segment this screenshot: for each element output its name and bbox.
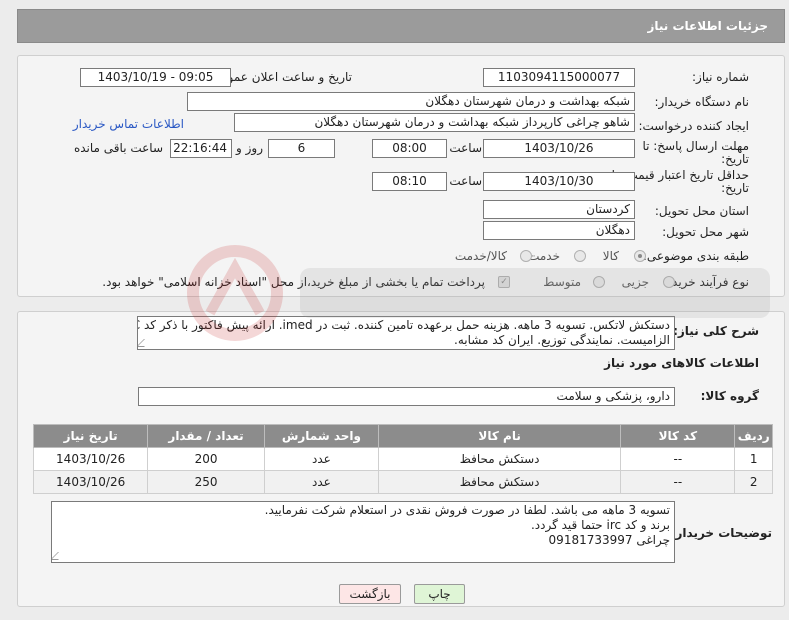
response-deadline-time: 08:00 [372, 139, 447, 158]
price-validity-time: 08:10 [372, 172, 447, 191]
buyer-org-label: نام دستگاه خریدار: [654, 95, 750, 109]
time-remaining-field: 22:16:44 [170, 139, 232, 158]
cell-row: 2 [734, 470, 773, 494]
cell-unit: عدد [263, 447, 380, 471]
table-row: 1 -- دستکش محافظ عدد 200 1403/10/26 [32, 447, 773, 471]
price-validity-time-label: ساعت [449, 174, 482, 188]
goods-section-title: اطلاعات کالاهای مورد نیاز [604, 356, 759, 370]
treasury-bonds-note: پرداخت تمام یا بخشی از مبلغ خرید،از محل … [102, 275, 485, 289]
response-deadline-label-2: تاریخ: [721, 152, 749, 166]
city-label: شهر محل تحویل: [662, 225, 749, 239]
col-code: کد کالا [620, 424, 736, 448]
days-remaining-field: 6 [268, 139, 335, 158]
cell-name: دستکش محافظ [378, 470, 622, 494]
cell-qty: 200 [147, 447, 265, 471]
page-title: جزئیات اطلاعات نیاز [647, 19, 768, 33]
col-qty: تعداد / مقدار [147, 424, 265, 448]
cell-row: 1 [734, 447, 773, 471]
resize-grip-icon[interactable] [52, 552, 66, 560]
process-option-medium: متوسط [543, 275, 581, 289]
process-radio-minor[interactable] [663, 276, 675, 288]
print-button[interactable]: چاپ [414, 584, 465, 604]
cell-unit: عدد [263, 470, 380, 494]
price-validity-label-2: تاریخ: [721, 181, 749, 195]
buyer-notes-textarea: تسویه 3 ماهه می باشد. لطفا در صورت فروش … [51, 501, 675, 563]
cell-code: -- [620, 470, 736, 494]
buyer-contact-link[interactable]: اطلاعات تماس خریدار [73, 117, 184, 131]
category-radio-goods-service[interactable] [520, 250, 532, 262]
back-button[interactable]: بازگشت [339, 584, 401, 604]
city-field: دهگلان [483, 221, 635, 240]
requester-label: ایجاد کننده درخواست: [638, 119, 749, 133]
need-number-field: 1103094115000077 [483, 68, 635, 87]
category-option-goods-service: کالا/خدمت [454, 249, 507, 263]
time-remaining-label: ساعت باقی مانده [73, 141, 163, 155]
col-row: ردیف [734, 424, 773, 448]
price-validity-date: 1403/10/30 [483, 172, 635, 191]
purchase-process-label: نوع فرآیند خرید : [664, 275, 749, 289]
category-option-goods: کالا [602, 249, 619, 263]
col-name: نام کالا [378, 424, 622, 448]
category-radio-service[interactable] [574, 250, 586, 262]
buyer-notes-label: توضیحات خریدار: [670, 526, 772, 540]
category-radio-goods[interactable] [634, 250, 646, 262]
cell-date: 1403/10/26 [32, 470, 149, 494]
days-label: روز و [236, 141, 263, 155]
col-unit: واحد شمارش [263, 424, 380, 448]
response-time-label: ساعت [449, 141, 482, 155]
buyer-org-field: شبکه بهداشت و درمان شهرستان دهگلان [187, 92, 635, 111]
page-header: جزئیات اطلاعات نیاز [17, 9, 785, 43]
province-label: استان محل تحویل: [654, 204, 749, 218]
process-option-minor: جزیی [621, 275, 649, 289]
response-deadline-label-1: مهلت ارسال پاسخ: تا [642, 139, 749, 153]
province-field: کردستان [483, 200, 635, 219]
cell-code: -- [620, 447, 736, 471]
goods-group-label: گروه کالا: [700, 389, 759, 403]
treasury-bonds-checkbox[interactable]: ✓ [498, 276, 510, 288]
goods-table-header: ردیف کد کالا نام کالا واحد شمارش تعداد /… [32, 424, 773, 448]
goods-group-field: دارو، پزشکی و سلامت [138, 387, 675, 406]
category-option-service: خدمت [528, 249, 560, 263]
category-label: طبقه بندی موضوعی: [642, 249, 749, 263]
table-row: 2 -- دستکش محافظ عدد 250 1403/10/26 [32, 470, 773, 494]
cell-date: 1403/10/26 [32, 447, 149, 471]
cell-qty: 250 [147, 470, 265, 494]
goods-table: ردیف کد کالا نام کالا واحد شمارش تعداد /… [32, 424, 773, 494]
col-date: تاریخ نیاز [32, 424, 149, 448]
cell-name: دستکش محافظ [378, 447, 622, 471]
requester-field: شاهو چراغی کارپرداز شبکه بهداشت و درمان … [234, 113, 635, 132]
process-radio-medium[interactable] [593, 276, 605, 288]
description-textarea: دستکش لاتکس. تسویه 3 ماهه. هزینه حمل برع… [137, 316, 675, 350]
need-number-label: شماره نیاز: [692, 70, 749, 84]
response-deadline-date: 1403/10/26 [483, 139, 635, 158]
description-label: شرح کلی نیاز: [673, 324, 759, 338]
announce-datetime-field: 1403/10/19 - 09:05 [80, 68, 231, 87]
